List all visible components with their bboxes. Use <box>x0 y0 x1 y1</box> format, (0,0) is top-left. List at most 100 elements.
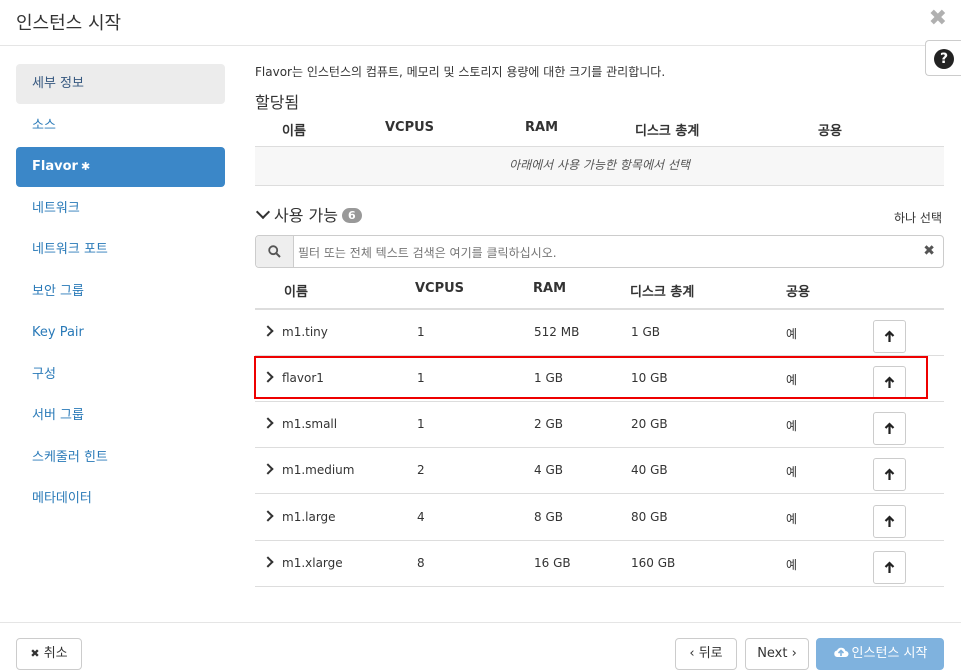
footer-divider <box>0 622 961 623</box>
search-bar: ✖ <box>255 235 944 269</box>
flavor-name: m1.tiny <box>282 325 328 339</box>
allocated-col-name: 이름 <box>282 124 306 139</box>
allocate-button[interactable] <box>873 412 906 445</box>
nav-label: 네트워크 <box>32 200 80 216</box>
nav-label: Flavor <box>32 159 78 174</box>
flavor-vcpus: 1 <box>417 371 425 385</box>
close-icon: ✖ <box>30 647 40 660</box>
nav-item-configuration[interactable]: 구성 <box>16 355 225 395</box>
allocate-button[interactable] <box>873 551 906 584</box>
nav-item-network-ports[interactable]: 네트워크 포트 <box>16 230 225 270</box>
flavor-ram: 2 GB <box>534 417 563 431</box>
allocated-col-disk: 디스크 총계 <box>635 124 700 139</box>
cancel-button[interactable]: ✖ 취소 <box>16 638 82 670</box>
table-row[interactable]: m1.tiny 1 512 MB 1 GB 예 <box>255 310 944 356</box>
next-button[interactable]: Next › <box>745 638 809 670</box>
question-icon: ? <box>934 49 954 69</box>
available-col-name: 이름 <box>284 285 308 300</box>
chevron-down-icon <box>255 204 271 220</box>
modal-header: 인스턴스 시작 ✖ <box>0 0 961 46</box>
nav-label: 서버 그룹 <box>32 408 84 423</box>
chevron-right-icon[interactable] <box>262 463 274 475</box>
available-col-disk: 디스크 총계 <box>630 285 695 300</box>
chevron-right-icon[interactable] <box>262 556 274 568</box>
back-button[interactable]: ‹ 뒤로 <box>675 638 737 670</box>
arrow-up-icon <box>884 422 895 434</box>
flavor-ram: 1 GB <box>534 371 563 385</box>
nav-item-metadata[interactable]: 메타데이터 <box>16 479 225 519</box>
nav-label: 네트워크 포트 <box>32 242 108 257</box>
chevron-right-icon[interactable] <box>262 325 274 337</box>
arrow-up-icon <box>884 561 895 573</box>
allocate-button[interactable] <box>873 366 906 399</box>
nav-item-key-pair[interactable]: Key Pair <box>16 313 225 353</box>
chevron-right-icon[interactable] <box>262 417 274 429</box>
flavor-disk: 80 GB <box>631 510 668 524</box>
nav-item-server-groups[interactable]: 서버 그룹 <box>16 396 225 436</box>
flavor-public: 예 <box>786 512 798 526</box>
flavor-vcpus: 1 <box>417 325 425 339</box>
nav-item-scheduler-hints[interactable]: 스케줄러 힌트 <box>16 438 225 478</box>
chevron-right-icon[interactable] <box>262 510 274 522</box>
flavor-disk: 160 GB <box>631 556 676 570</box>
nav-item-source[interactable]: 소스 <box>16 106 225 146</box>
nav-item-security-groups[interactable]: 보안 그룹 <box>16 272 225 312</box>
available-col-vcpus: VCPUS <box>415 281 465 296</box>
available-count-badge: 6 <box>341 208 362 223</box>
allocate-button[interactable] <box>873 458 906 491</box>
arrow-up-icon <box>884 515 895 527</box>
launch-instance-button[interactable]: 인스턴스 시작 <box>816 638 944 670</box>
nav-label: 메타데이터 <box>32 491 92 506</box>
flavor-disk: 40 GB <box>631 463 668 477</box>
flavor-name: m1.small <box>282 417 338 431</box>
modal-title: 인스턴스 시작 <box>16 13 122 34</box>
allocated-empty-row: 아래에서 사용 가능한 항목에서 선택 <box>255 147 944 186</box>
cancel-label: 취소 <box>43 646 68 661</box>
help-button[interactable]: ? <box>925 40 961 76</box>
search-input[interactable] <box>296 236 910 269</box>
clear-search-icon[interactable]: ✖ <box>923 243 935 259</box>
flavor-name: m1.large <box>282 510 336 524</box>
arrow-up-icon <box>884 376 895 388</box>
required-asterisk-icon: ✱ <box>80 160 91 173</box>
allocated-title: 할당됨 <box>255 93 300 112</box>
flavor-vcpus: 4 <box>417 510 425 524</box>
table-row[interactable]: m1.xlarge 8 16 GB 160 GB 예 <box>255 541 944 587</box>
allocated-col-vcpus: VCPUS <box>385 120 435 135</box>
nav-label: 보안 그룹 <box>32 283 84 299</box>
nav-label: 소스 <box>32 117 56 133</box>
nav-label: Key Pair <box>32 325 84 340</box>
flavor-public: 예 <box>786 465 798 479</box>
arrow-up-icon <box>884 330 895 342</box>
search-icon <box>256 236 294 267</box>
allocate-button[interactable] <box>873 505 906 538</box>
available-title[interactable]: 사용 가능 6 <box>255 202 362 226</box>
available-col-public: 공용 <box>786 285 810 300</box>
allocate-button[interactable] <box>873 320 906 353</box>
table-row[interactable]: m1.large 4 8 GB 80 GB 예 <box>255 495 944 541</box>
flavor-disk: 1 GB <box>631 325 660 339</box>
flavor-public: 예 <box>786 373 798 387</box>
flavor-ram: 16 GB <box>534 556 571 570</box>
table-row[interactable]: m1.small 1 2 GB 20 GB 예 <box>255 402 944 448</box>
nav-item-flavor[interactable]: Flavor ✱ <box>16 147 225 187</box>
flavor-ram: 512 MB <box>534 325 580 339</box>
nav-item-network[interactable]: 네트워크 <box>16 189 225 229</box>
close-icon[interactable]: ✖ <box>929 6 947 31</box>
chevron-right-icon[interactable] <box>262 371 274 383</box>
nav-item-details[interactable]: 세부 정보 <box>16 64 225 104</box>
flavor-name: flavor1 <box>282 371 324 385</box>
pick-one-label: 하나 선택 <box>894 211 942 225</box>
flavor-name: m1.medium <box>282 463 355 477</box>
table-row[interactable]: flavor1 1 1 GB 10 GB 예 <box>255 356 944 402</box>
nav-label: 스케줄러 힌트 <box>32 449 108 465</box>
allocated-col-ram: RAM <box>525 120 559 135</box>
available-col-ram: RAM <box>533 281 567 296</box>
flavor-public: 예 <box>786 419 798 433</box>
flavor-ram: 4 GB <box>534 463 563 477</box>
flavor-description: Flavor는 인스턴스의 컴퓨트, 메모리 및 스토리지 용량에 대한 크기를… <box>255 65 666 79</box>
flavor-name: m1.xlarge <box>282 556 343 570</box>
flavor-public: 예 <box>786 558 798 572</box>
table-row[interactable]: m1.medium 2 4 GB 40 GB 예 <box>255 448 944 494</box>
arrow-up-icon <box>884 468 895 480</box>
